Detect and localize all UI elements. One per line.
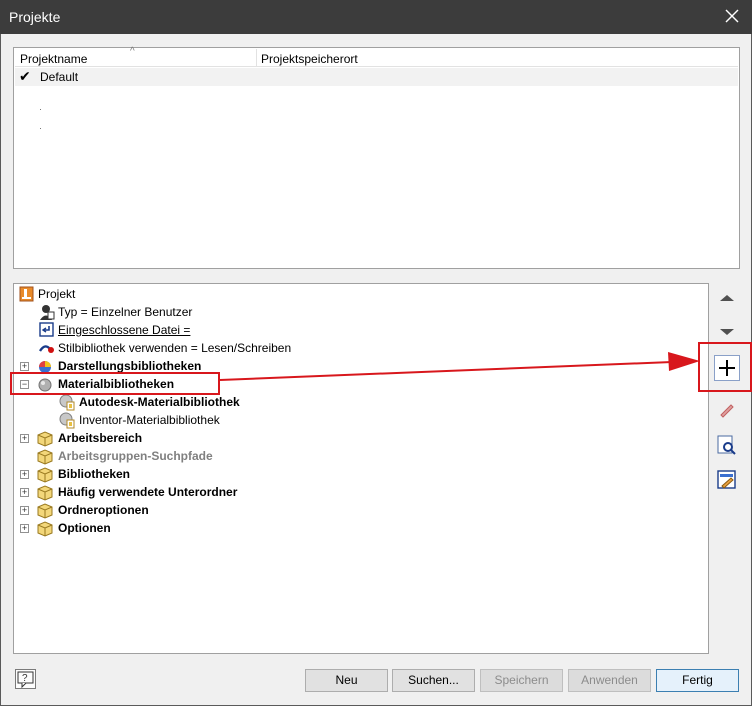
project-settings-tree[interactable]: Projekt Typ = Einzelner Benutzer Eingesc… [13, 283, 709, 654]
tree-item-label: Arbeitsgruppen-Suchpfade [58, 449, 213, 463]
done-button[interactable]: Fertig [656, 669, 739, 692]
folder-icon [37, 449, 53, 465]
edit-icon [720, 404, 734, 418]
active-check-icon: ✔ [19, 68, 31, 84]
column-header-location[interactable]: Projektspeicherort [261, 52, 358, 66]
column-header-name[interactable]: Projektname [20, 52, 87, 66]
new-button[interactable]: Neu [305, 669, 388, 692]
window-title: Projekte [9, 9, 61, 25]
tree-item-label: Projekt [38, 287, 76, 301]
expand-icon[interactable]: + [20, 362, 29, 371]
expand-icon[interactable]: + [20, 470, 29, 479]
included-file-icon [39, 322, 54, 337]
expand-icon[interactable]: + [20, 506, 29, 515]
sort-ascending-icon: ^ [130, 46, 135, 57]
tree-item-label: Häufig verwendete Unterordner [58, 485, 238, 499]
tree-item-label: Stilbibliothek verwenden = Lesen/Schreib… [58, 341, 292, 355]
apply-button[interactable]: Anwenden [568, 669, 651, 692]
tree-item-label: Typ = Einzelner Benutzer [58, 305, 193, 319]
list-dot [40, 109, 41, 110]
expand-icon[interactable]: + [20, 524, 29, 533]
edit-config-button[interactable] [714, 467, 740, 493]
move-down-button[interactable] [714, 318, 740, 344]
find-icon [717, 435, 736, 455]
edit-config-icon [717, 470, 736, 489]
tree-item-label: Arbeitsbereich [58, 431, 143, 445]
tree-item-label: Ordneroptionen [58, 503, 149, 517]
library-file-icon [59, 394, 75, 411]
svg-text:?: ? [22, 673, 28, 684]
move-up-button[interactable] [714, 285, 740, 311]
tree-item-label: Autodesk-Materialbibliothek [79, 395, 240, 409]
move-up-icon [720, 295, 734, 301]
user-icon [40, 305, 55, 320]
tree-item-label: Darstellungsbibliotheken [58, 359, 202, 373]
project-list[interactable]: Projektname ^ Projektspeicherort ✔ Defau… [13, 46, 740, 269]
expand-icon[interactable]: + [20, 434, 29, 443]
help-icon: ? [17, 671, 34, 689]
style-library-icon [38, 345, 54, 353]
project-row[interactable]: ✔ Default [15, 68, 738, 86]
folder-icon [37, 503, 53, 519]
add-icon [719, 360, 735, 376]
title-bar: Projekte [0, 0, 752, 34]
folder-icon [37, 485, 53, 501]
help-button[interactable]: ? [15, 669, 36, 689]
folder-icon [37, 467, 53, 483]
project-list-header: Projektname ^ Projektspeicherort [15, 46, 738, 67]
edit-button[interactable] [714, 396, 740, 422]
tree-item-label: Bibliotheken [58, 467, 131, 481]
close-icon[interactable] [722, 6, 742, 26]
library-file-icon [59, 412, 75, 429]
folder-icon [37, 521, 53, 537]
project-name: Default [40, 70, 79, 84]
search-button[interactable]: Suchen... [392, 669, 475, 692]
tree-item-label: Optionen [58, 521, 111, 535]
expand-icon[interactable]: + [20, 488, 29, 497]
tree-item-label: Eingeschlossene Datei = [58, 323, 191, 337]
folder-icon [37, 431, 53, 447]
save-button[interactable]: Speichern [480, 669, 563, 692]
add-path-button[interactable] [714, 355, 740, 381]
list-dot [40, 128, 41, 129]
move-down-icon [720, 329, 734, 335]
highlight-annotation [10, 372, 220, 395]
column-separator[interactable] [256, 49, 257, 67]
tree-item-label: Inventor-Materialbibliothek [79, 413, 220, 427]
project-icon [19, 286, 34, 302]
find-button[interactable] [714, 432, 740, 458]
